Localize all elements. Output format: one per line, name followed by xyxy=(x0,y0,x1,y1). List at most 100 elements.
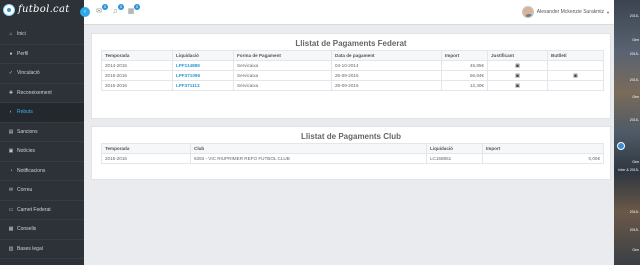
justificant-cell: ▣ xyxy=(487,60,548,71)
strip-caption: 2015- xyxy=(629,78,639,82)
forma-pagament-cell: Servicaixa xyxy=(233,70,332,81)
table-row: 2015-2016 LPF371113 Servicaixa 25-09-2015 12… xyxy=(101,80,604,91)
info-icon: ▦ xyxy=(8,226,14,233)
calendar-icon[interactable]: ▦ 0 xyxy=(126,4,140,17)
chevron-down-icon: ▼ xyxy=(606,9,610,15)
col-liquidacio: Liquidació xyxy=(426,143,483,154)
sidebar-item-inici[interactable]: ⌂ Inici xyxy=(0,25,84,45)
club-payments-title: Llistat de Pagaments Club xyxy=(300,132,402,141)
bell-badge: 0 xyxy=(118,4,124,10)
import-cell: 56,84€ xyxy=(441,70,488,81)
liquidacio-link[interactable]: LPF371113 xyxy=(172,80,234,91)
federat-payments-table: Temporada Liquidació Forma de Pagament D… xyxy=(101,50,604,91)
document-download-icon[interactable]: ▣ xyxy=(515,83,520,89)
justificant-cell: ▣ xyxy=(487,80,548,91)
info-icon xyxy=(617,142,625,150)
strip-caption: 2015- xyxy=(629,228,639,232)
temporada-cell: 2015-2016 xyxy=(101,70,173,81)
sidebar-item-perfil[interactable]: ● Perfil xyxy=(0,45,84,64)
table-header-row: Temporada Club Liquidació Import xyxy=(101,143,604,154)
user-name: Alexander Mckenzie Surakmiz xyxy=(536,9,605,15)
sidebar-item-label: Consells xyxy=(17,226,37,233)
import-cell: 12,40€ xyxy=(441,80,488,91)
sidebar-item-bases-legal[interactable]: ▥ Bases legal xyxy=(0,240,84,259)
col-temporada: Temporada xyxy=(101,143,191,154)
butlleti-cell: ▣ xyxy=(547,70,604,81)
sidebar-item-carnet-federat[interactable]: ▭ Carnet Federat xyxy=(0,201,84,220)
temporada-cell: 2015-2016 xyxy=(101,80,173,91)
data-pagament-cell: 25-09-2015 xyxy=(331,80,442,91)
card-icon: ▭ xyxy=(8,206,14,213)
col-club: Club xyxy=(190,143,427,154)
liquidacio-link[interactable]: LPF371096 xyxy=(172,70,234,81)
forma-pagament-cell: Servicaixa xyxy=(233,60,332,71)
envelope-icon: ✉ xyxy=(8,187,14,194)
user-icon: ● xyxy=(9,50,13,57)
col-import: Import xyxy=(482,143,604,154)
liquidacio-link[interactable]: LPF114889 xyxy=(172,60,234,71)
sidebar-toggle-button[interactable]: ‹ xyxy=(80,7,90,17)
bell-icon: ◔ xyxy=(9,167,13,174)
sidebar-item-consells[interactable]: ▦ Consells xyxy=(0,220,84,240)
import-cell: 45,85€ xyxy=(441,60,488,71)
strip-caption: Gen xyxy=(632,95,639,99)
document-download-icon[interactable]: ▣ xyxy=(515,63,520,69)
sidebar-item-label: Perfil xyxy=(17,50,29,57)
sidebar-item-correu[interactable]: ✉ Correu xyxy=(0,181,84,201)
top-bar: futbol.cat ‹ ✉ 0 ♫ 0 ▦ 0 Alexander Mcken… xyxy=(0,0,614,25)
sidebar-item-label: Rebuts xyxy=(17,109,33,116)
calendar-badge: 0 xyxy=(134,4,140,10)
bell-icon[interactable]: ♫ 0 xyxy=(110,4,124,17)
sidebar-item-sancions[interactable]: ▤ Sancions xyxy=(0,123,84,142)
mail-icon[interactable]: ✉ 0 xyxy=(94,4,108,17)
home-icon: ⌂ xyxy=(9,31,13,38)
strip-caption: Gen xyxy=(632,160,639,164)
col-butlleti: Butlletí xyxy=(547,50,604,61)
club-payments-table: Temporada Club Liquidació Import 2015-20… xyxy=(101,143,604,164)
col-liquidacio: Liquidació xyxy=(172,50,234,61)
sidebar-item-label: Notificacions xyxy=(17,167,46,174)
news-photo-strip[interactable]: 2015- Gen 2015- 2015- Gen 2015- Gen Inter & 201… xyxy=(614,0,640,265)
col-data-pagament: Data de pagament xyxy=(331,50,442,61)
col-forma-pagament: Forma de Pagament xyxy=(233,50,332,61)
sidebar-item-vinculaci-[interactable]: ✓ Vinculació xyxy=(0,64,84,84)
check-icon: ✓ xyxy=(8,70,14,77)
temporada-cell: 2014-2015 xyxy=(101,60,173,71)
medical-icon: ✚ xyxy=(8,89,14,96)
sidebar-item-label: Reconeixement xyxy=(17,89,52,96)
mail-badge: 0 xyxy=(102,4,108,10)
col-temporada: Temporada xyxy=(101,50,173,61)
forma-pagament-cell: Servicaixa xyxy=(233,80,332,91)
butlleti-cell xyxy=(547,80,604,91)
document-download-icon[interactable]: ▣ xyxy=(573,73,578,79)
logo[interactable]: futbol.cat xyxy=(0,0,84,25)
strip-caption: 2015- xyxy=(629,118,639,122)
sidebar: ⌂ Inici ● Perfil ✓ Vinculació ✚ Reconeixement ◐ R… xyxy=(0,25,84,265)
strip-caption: 2015- xyxy=(629,14,639,18)
sidebar-item-not-cies[interactable]: ▣ Notícies xyxy=(0,142,84,162)
data-pagament-cell: 04-10-2014 xyxy=(331,60,442,71)
strip-caption: Inter & 2015- xyxy=(618,168,639,172)
strip-caption: Gen xyxy=(632,38,639,42)
table-header-row: Temporada Liquidació Forma de Pagament D… xyxy=(101,50,604,61)
import-cell: 0,00€ xyxy=(482,153,604,164)
sidebar-item-label: Inici xyxy=(17,31,26,38)
table-row: 2015-2016 6393 - VIC RIUPRIMER REFO FUTBO… xyxy=(101,153,604,164)
sidebar-item-notificacions[interactable]: ◔ Notificacions xyxy=(0,162,84,181)
sidebar-item-label: Notícies xyxy=(17,148,36,155)
data-pagament-cell: 25-09-2015 xyxy=(331,70,442,81)
sidebar-item-label: Vinculació xyxy=(17,70,40,77)
sidebar-item-rebuts[interactable]: ◐ Rebuts xyxy=(0,103,84,123)
user-menu[interactable]: Alexander Mckenzie Surakmiz ▼ xyxy=(521,5,610,19)
sidebar-item-label: Sancions xyxy=(17,128,38,135)
justificant-cell: ▣ xyxy=(487,70,548,81)
federat-payments-panel: Llistat de Pagaments Federat Temporada L… xyxy=(91,33,611,119)
document-download-icon[interactable]: ▣ xyxy=(515,73,520,79)
sidebar-item-reconeixement[interactable]: ✚ Reconeixement xyxy=(0,84,84,103)
sidebar-item-label: Bases legal xyxy=(17,245,43,252)
table-row: 2015-2016 LPF371096 Servicaixa 25-09-2015 56… xyxy=(101,70,604,81)
sidebar-item-label: Carnet Federat xyxy=(17,206,51,213)
federat-payments-title: Llistat de Pagaments Federat xyxy=(295,39,407,48)
col-justificant: Justificant xyxy=(487,50,548,61)
strip-caption: 2015- xyxy=(629,52,639,56)
